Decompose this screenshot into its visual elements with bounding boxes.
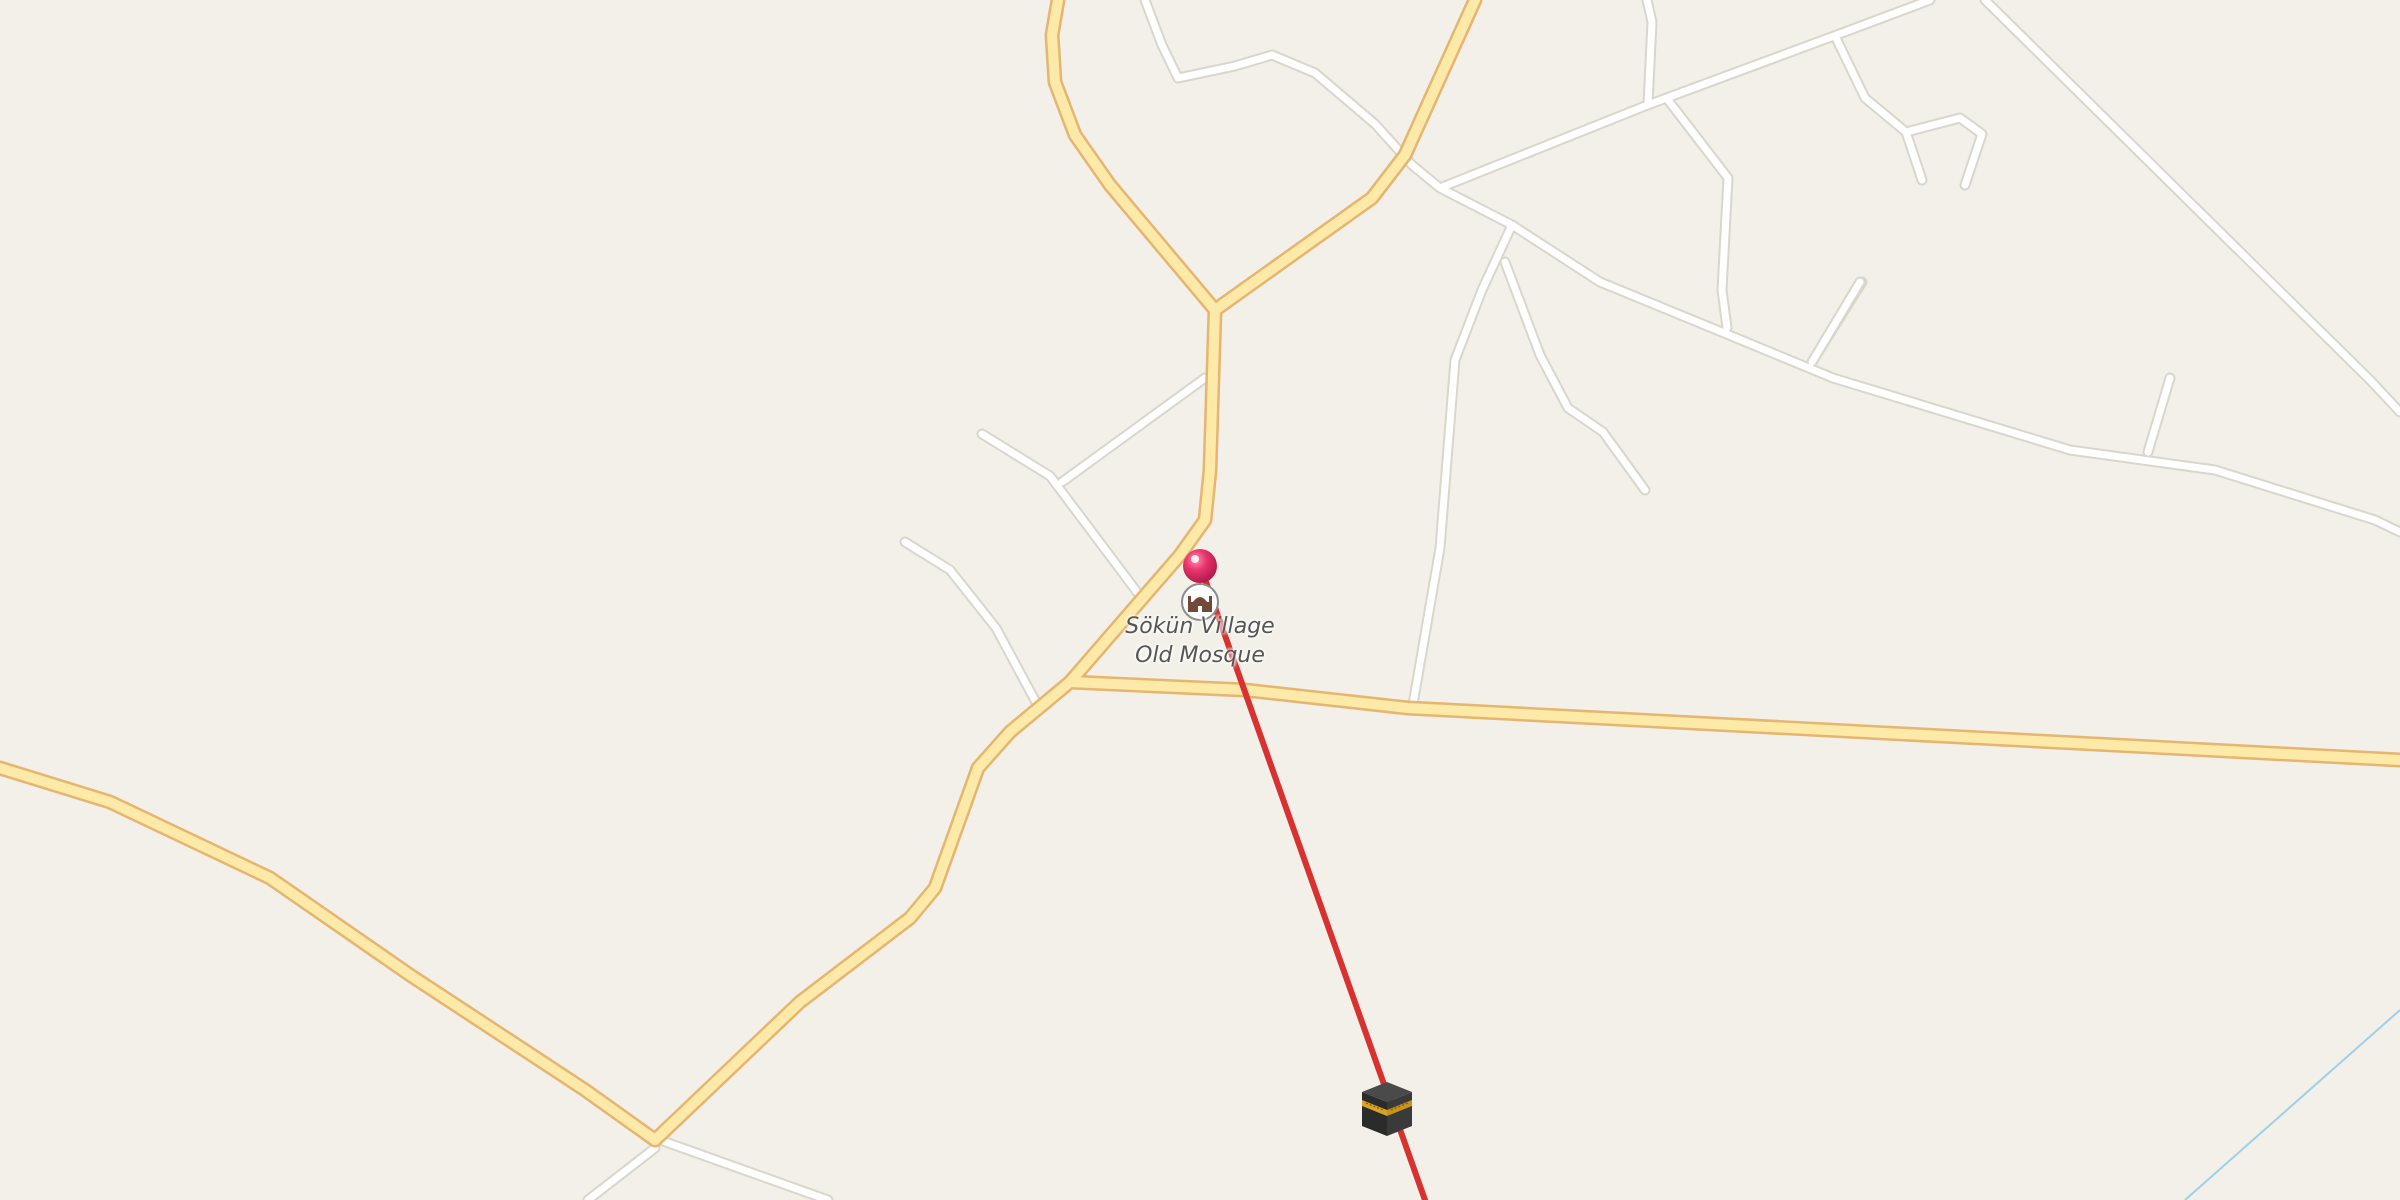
waterway-line bbox=[2184, 1009, 2400, 1200]
map-canvas[interactable]: Sökün Village Old Mosque bbox=[0, 0, 2400, 1200]
minor-roads-fill bbox=[584, 0, 2400, 1200]
poi-label-mosque: Sökün Village Old Mosque bbox=[1060, 612, 1340, 670]
kaaba-icon[interactable] bbox=[1360, 1080, 1414, 1138]
poi-label-line2: Old Mosque bbox=[1135, 643, 1265, 668]
location-pin-icon[interactable] bbox=[1181, 547, 1219, 585]
poi-label-line1: Sökün Village bbox=[1125, 614, 1275, 639]
minor-roads-casing bbox=[582, 0, 2400, 1200]
